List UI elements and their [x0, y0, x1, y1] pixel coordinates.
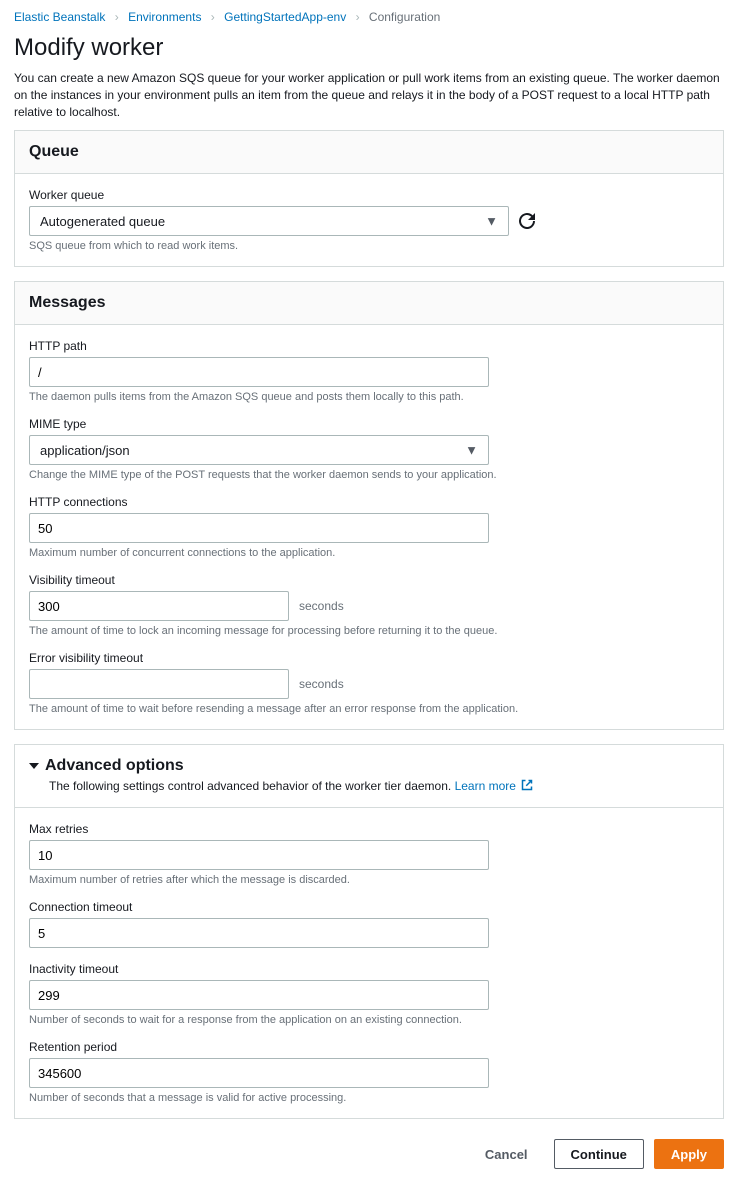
error-visibility-help: The amount of time to wait before resend…: [29, 703, 709, 715]
worker-queue-select[interactable]: Autogenerated queue ▼: [29, 206, 509, 236]
chevron-right-icon: ›: [356, 10, 360, 24]
advanced-toggle[interactable]: Advanced options: [29, 757, 709, 775]
error-visibility-unit: seconds: [299, 677, 344, 691]
mime-type-label: MIME type: [29, 417, 709, 431]
inactivity-timeout-label: Inactivity timeout: [29, 962, 709, 976]
page-title: Modify worker: [14, 34, 724, 62]
worker-queue-label: Worker queue: [29, 188, 709, 202]
continue-button[interactable]: Continue: [554, 1139, 644, 1169]
inactivity-timeout-input[interactable]: [29, 980, 489, 1010]
breadcrumb-link-environments[interactable]: Environments: [128, 10, 201, 24]
breadcrumb-link-root[interactable]: Elastic Beanstalk: [14, 10, 105, 24]
mime-type-value: application/json: [40, 443, 130, 458]
chevron-down-icon: ▼: [485, 214, 498, 229]
visibility-timeout-label: Visibility timeout: [29, 573, 709, 587]
chevron-down-icon: ▼: [465, 443, 478, 458]
advanced-description: The following settings control advanced …: [49, 779, 709, 793]
http-path-label: HTTP path: [29, 339, 709, 353]
page-description: You can create a new Amazon SQS queue fo…: [14, 70, 724, 120]
worker-queue-help: SQS queue from which to read work items.: [29, 240, 709, 252]
refresh-icon[interactable]: [519, 213, 535, 229]
error-visibility-label: Error visibility timeout: [29, 651, 709, 665]
mime-type-select[interactable]: application/json ▼: [29, 435, 489, 465]
chevron-right-icon: ›: [115, 10, 119, 24]
http-connections-help: Maximum number of concurrent connections…: [29, 547, 709, 559]
retention-period-input[interactable]: [29, 1058, 489, 1088]
retention-period-label: Retention period: [29, 1040, 709, 1054]
connection-timeout-label: Connection timeout: [29, 900, 709, 914]
advanced-panel: Advanced options The following settings …: [14, 744, 724, 1119]
visibility-timeout-help: The amount of time to lock an incoming m…: [29, 625, 709, 637]
max-retries-help: Maximum number of retries after which th…: [29, 874, 709, 886]
cancel-button[interactable]: Cancel: [469, 1139, 544, 1169]
advanced-heading: Advanced options: [45, 757, 184, 775]
queue-heading: Queue: [15, 131, 723, 174]
visibility-timeout-unit: seconds: [299, 599, 344, 613]
breadcrumb: Elastic Beanstalk › Environments › Getti…: [0, 0, 738, 30]
http-connections-label: HTTP connections: [29, 495, 709, 509]
apply-button[interactable]: Apply: [654, 1139, 724, 1169]
breadcrumb-current: Configuration: [369, 10, 440, 24]
visibility-timeout-input[interactable]: [29, 591, 289, 621]
messages-heading: Messages: [15, 282, 723, 325]
http-connections-input[interactable]: [29, 513, 489, 543]
http-path-help: The daemon pulls items from the Amazon S…: [29, 391, 709, 403]
queue-panel: Queue Worker queue Autogenerated queue ▼…: [14, 130, 724, 267]
max-retries-label: Max retries: [29, 822, 709, 836]
http-path-input[interactable]: [29, 357, 489, 387]
learn-more-link[interactable]: Learn more: [455, 779, 534, 793]
caret-down-icon: [29, 763, 39, 769]
retention-period-help: Number of seconds that a message is vali…: [29, 1092, 709, 1104]
mime-type-help: Change the MIME type of the POST request…: [29, 469, 709, 481]
footer-actions: Cancel Continue Apply: [0, 1133, 738, 1183]
messages-panel: Messages HTTP path The daemon pulls item…: [14, 281, 724, 730]
breadcrumb-link-env-name[interactable]: GettingStartedApp-env: [224, 10, 346, 24]
worker-queue-value: Autogenerated queue: [40, 214, 165, 229]
error-visibility-input[interactable]: [29, 669, 289, 699]
external-link-icon: [521, 779, 533, 791]
chevron-right-icon: ›: [211, 10, 215, 24]
connection-timeout-input[interactable]: [29, 918, 489, 948]
max-retries-input[interactable]: [29, 840, 489, 870]
inactivity-timeout-help: Number of seconds to wait for a response…: [29, 1014, 709, 1026]
